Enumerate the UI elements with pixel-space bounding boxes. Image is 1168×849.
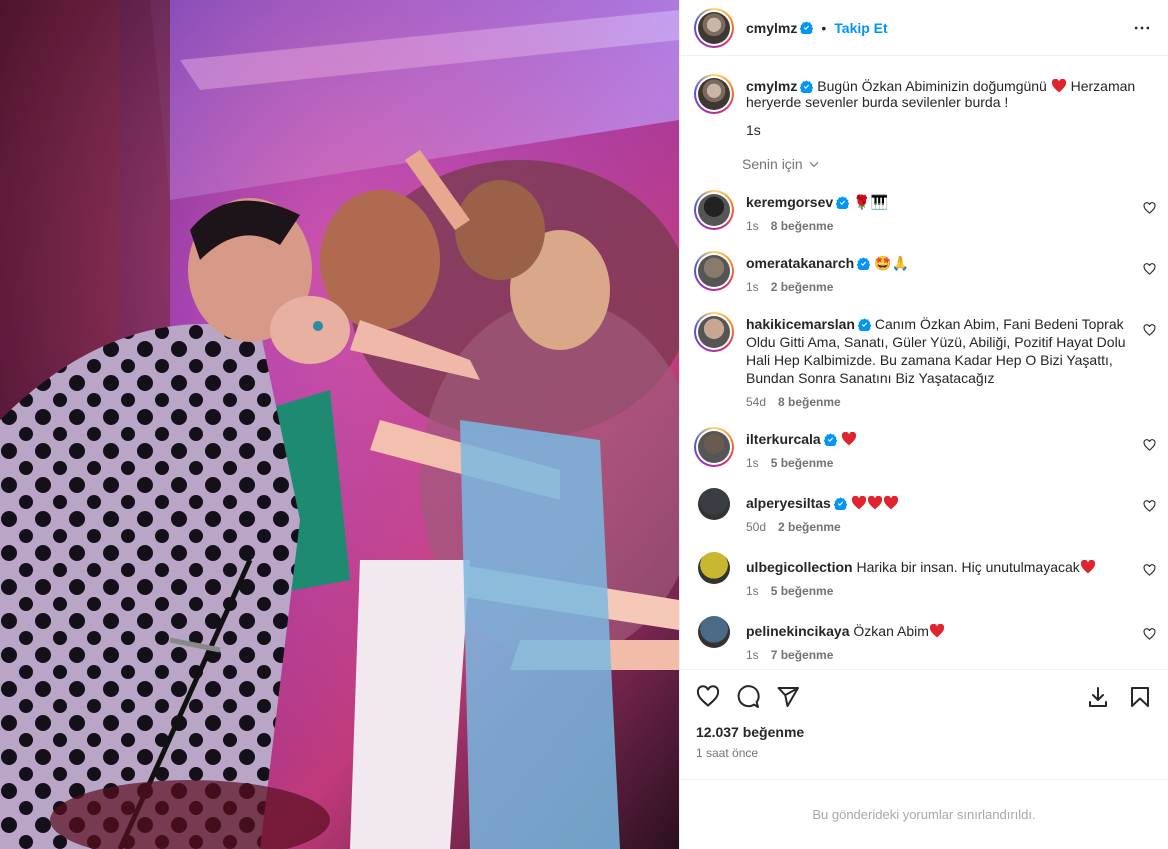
- comment-time: 1s: [746, 280, 759, 294]
- follow-button[interactable]: Takip Et: [834, 20, 887, 36]
- commenter-avatar[interactable]: [694, 427, 734, 467]
- comment-likes[interactable]: 2 beğenme: [771, 280, 834, 294]
- comment-like-heart-icon[interactable]: [1143, 500, 1156, 513]
- comment-username[interactable]: ulbegicollection: [746, 559, 853, 575]
- concert-photo-illustration: [0, 0, 679, 849]
- red-heart-emoji-icon: [1080, 560, 1095, 574]
- post-sidebar: cmylmz • Takip Et cmylmz Bugün Özkan Abi…: [679, 0, 1168, 849]
- comment-like-heart-icon[interactable]: [1143, 263, 1156, 276]
- comment-filter-label: Senin için: [742, 156, 803, 172]
- comment-like-heart-icon[interactable]: [1143, 439, 1156, 452]
- save-bookmark-icon[interactable]: [1128, 685, 1152, 709]
- commenter-avatar[interactable]: [694, 251, 734, 291]
- comment-username[interactable]: ilterkurcala: [746, 431, 821, 447]
- post-photo[interactable]: [0, 0, 679, 849]
- comment-like-heart-icon[interactable]: [1143, 324, 1156, 337]
- commenter-avatar[interactable]: [694, 190, 734, 230]
- comments-limited-notice: Bu gönderideki yorumlar sınırlandırıldı.: [680, 779, 1168, 849]
- comment-text: Özkan Abim: [853, 623, 929, 639]
- caption-time: 1s: [746, 122, 761, 138]
- comment-username[interactable]: keremgorsev: [746, 194, 833, 210]
- comment-time: 1s: [746, 219, 759, 233]
- post-timestamp[interactable]: 1 saat önce: [696, 746, 1152, 760]
- comment-username[interactable]: alperyesiltas: [746, 495, 831, 511]
- commenter-avatar[interactable]: [698, 616, 730, 648]
- post-caption: cmylmz Bugün Özkan Abiminizin doğumgünü …: [694, 74, 1152, 138]
- verified-badge-icon: [836, 196, 850, 209]
- verified-badge-icon: [857, 257, 871, 270]
- caption-text-start: Bugün Özkan Abiminizin doğumgünü: [817, 78, 1047, 94]
- comment-bubble-icon[interactable]: [736, 685, 760, 709]
- separator-dot: •: [821, 19, 827, 36]
- comment-text: 🌹🎹: [853, 194, 888, 210]
- comment-likes[interactable]: 5 beğenme: [771, 584, 834, 598]
- comment-like-heart-icon[interactable]: [1143, 628, 1156, 641]
- verified-badge-icon: [800, 80, 814, 93]
- commenter-avatar[interactable]: [698, 552, 730, 584]
- commenter-avatar[interactable]: [694, 312, 734, 352]
- comment-text: Harika bir insan. Hiç unutulmayacak: [856, 559, 1080, 575]
- download-icon[interactable]: [1086, 685, 1110, 709]
- verified-badge-icon: [857, 318, 871, 331]
- commenter-avatar[interactable]: [698, 488, 730, 520]
- comment-text: 🤩🙏: [874, 255, 909, 271]
- verified-badge-icon: [800, 21, 814, 34]
- verified-badge-icon: [823, 433, 837, 446]
- post-actions: 12.037 beğenme 1 saat önce: [680, 669, 1168, 779]
- comment-username[interactable]: pelinekincikaya: [746, 623, 850, 639]
- red-heart-emoji-icon: [841, 432, 856, 446]
- comment-item: omeratakanarch 🤩🙏 1s 2 beğenme: [694, 251, 1156, 294]
- comment-username[interactable]: hakikicemarslan: [746, 316, 855, 332]
- red-heart-emoji-icon: [883, 496, 898, 510]
- comment-time: 1s: [746, 584, 759, 598]
- author-avatar[interactable]: [694, 7, 734, 48]
- comment-time: 1s: [746, 648, 759, 662]
- verified-badge-icon: [833, 497, 847, 510]
- comment-list: keremgorsev 🌹🎹 1s 8 beğenme omeratakanar…: [694, 190, 1156, 662]
- red-heart-emoji-icon: [1051, 79, 1066, 93]
- like-heart-icon[interactable]: [696, 685, 720, 709]
- comment-likes[interactable]: 5 beğenme: [771, 456, 834, 470]
- comment-likes[interactable]: 8 beğenme: [771, 219, 834, 233]
- share-send-icon[interactable]: [776, 685, 800, 709]
- comment-time: 54d: [746, 395, 767, 409]
- comment-likes[interactable]: 7 beğenme: [771, 648, 834, 662]
- author-username[interactable]: cmylmz: [746, 20, 797, 36]
- likes-count[interactable]: 12.037 beğenme: [696, 724, 1152, 740]
- comment-like-heart-icon[interactable]: [1143, 564, 1156, 577]
- red-heart-emoji-icon: [851, 496, 866, 510]
- comment-item: alperyesiltas 50d 2 beğenme: [694, 488, 1156, 534]
- more-options-icon[interactable]: [1132, 18, 1152, 38]
- caption-username[interactable]: cmylmz: [746, 78, 797, 94]
- post-viewer: cmylmz • Takip Et cmylmz Bugün Özkan Abi…: [0, 0, 1168, 849]
- chevron-down-icon: [809, 161, 819, 168]
- comments-section[interactable]: cmylmz Bugün Özkan Abiminizin doğumgünü …: [680, 56, 1168, 669]
- comment-like-heart-icon[interactable]: [1143, 202, 1156, 215]
- comment-item: ulbegicollection Harika bir insan. Hiç u…: [694, 552, 1156, 598]
- red-heart-emoji-icon: [929, 624, 944, 638]
- caption-avatar[interactable]: [694, 74, 734, 114]
- comment-item: pelinekincikaya Özkan Abim 1s 7 beğenme: [694, 616, 1156, 662]
- comment-time: 50d: [746, 520, 767, 534]
- red-heart-emoji-icon: [867, 496, 882, 510]
- comment-likes[interactable]: 8 beğenme: [778, 395, 841, 409]
- comment-filter-dropdown[interactable]: Senin için: [742, 156, 1152, 172]
- post-header: cmylmz • Takip Et: [680, 0, 1168, 56]
- comment-likes[interactable]: 2 beğenme: [778, 520, 841, 534]
- comment-item: hakikicemarslan Canım Özkan Abim, Fani B…: [694, 312, 1156, 409]
- comment-username[interactable]: omeratakanarch: [746, 255, 854, 271]
- comment-item: keremgorsev 🌹🎹 1s 8 beğenme: [694, 190, 1156, 233]
- comment-item: ilterkurcala 1s 5 beğenme: [694, 427, 1156, 470]
- comment-time: 1s: [746, 456, 759, 470]
